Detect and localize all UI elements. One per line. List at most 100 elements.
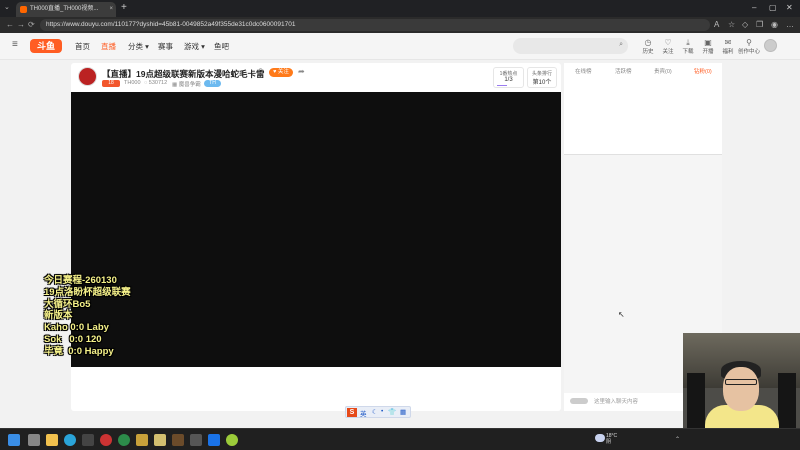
reload-icon[interactable]: ⟳ <box>28 20 35 29</box>
follow-list-button[interactable]: ♡ 关注 <box>657 38 679 55</box>
streamer-face <box>723 367 759 411</box>
nav-fishbar[interactable]: 鱼吧 <box>214 41 229 52</box>
new-tab-button[interactable]: + <box>121 2 127 13</box>
app-icon-6[interactable] <box>172 434 184 446</box>
rank-value: 1/3 <box>504 77 513 83</box>
chat-toggle[interactable] <box>570 398 588 404</box>
grid-icon[interactable]: ▦ <box>400 408 406 416</box>
chevron-down-icon: ▾ <box>143 42 149 51</box>
maximize-icon[interactable]: ▢ <box>769 3 777 12</box>
back-icon[interactable]: ← <box>6 20 14 29</box>
schedule-overlay: 今日赛程-260130 19点洛盼杯超级联赛 大循环Bo5 新版本 Kaho 0:0 L… <box>44 275 131 357</box>
search-input[interactable]: ⌕ <box>513 38 628 54</box>
more-menu-icon[interactable]: … <box>786 20 794 29</box>
nav-events[interactable]: 赛事 <box>158 41 173 52</box>
edge-browser-icon[interactable] <box>64 434 76 446</box>
address-bar-row: ← → ⟳ https://www.douyu.com/110177?dyshi… <box>0 17 800 33</box>
anchor-name[interactable]: TH000 <box>124 80 141 86</box>
anchor-level-badge: 18 <box>102 80 120 87</box>
rank-progress <box>497 85 507 86</box>
browser-tab[interactable]: TH000直播_TH000视频... × <box>16 2 116 17</box>
category-link[interactable]: ▦ 魔兽争霸 <box>172 80 201 88</box>
moon-icon[interactable]: ☾ <box>372 408 378 416</box>
live-room-panel: 【直播】19点超级联赛新版本漫哈蛇毛卡雷 ⟲ ♥ 关注 ➦ 18 TH000 ◌… <box>71 63 561 411</box>
cloud-icon <box>595 434 605 442</box>
heart-icon: ♡ <box>664 38 672 47</box>
browser-tab-bar: ⌄ TH000直播_TH000视频... × + – ▢ ✕ <box>0 0 800 17</box>
download-icon: ⤓ <box>686 38 690 47</box>
clock-icon: ◷ <box>644 38 652 47</box>
app-icon-4[interactable] <box>136 434 148 446</box>
fan-value: 第10个 <box>532 80 552 86</box>
dot-icon[interactable]: • <box>381 408 383 415</box>
weather-widget[interactable]: 18°C 阴 <box>606 433 617 445</box>
creator-center-button[interactable]: ⚲ 创作中心 <box>737 38 761 55</box>
user-avatar[interactable] <box>764 39 777 52</box>
read-aloud-icon[interactable]: A <box>714 20 719 29</box>
minimize-icon[interactable]: – <box>752 3 756 12</box>
close-window-icon[interactable]: ✕ <box>786 3 793 12</box>
copilot-icon[interactable]: ◉ <box>771 20 778 29</box>
favorite-star-icon[interactable]: ☆ <box>728 20 735 29</box>
site-header: ≡ 斗鱼 首页 直播 分类 ▾ 赛事 游戏 ▾ 鱼吧 ⌕ ◷ 历史 ♡ 关注 ⤓ 下载… <box>0 33 800 60</box>
tab-online-rank[interactable]: 在线榜 <box>575 67 592 75</box>
tab-active-rank[interactable]: 活跃榜 <box>615 67 632 75</box>
nav-live[interactable]: 直播 <box>101 41 116 52</box>
history-button[interactable]: ◷ 历史 <box>637 38 659 55</box>
mouse-cursor-icon: ↖ <box>618 310 625 319</box>
douyu-favicon-icon <box>20 6 27 13</box>
tray-chevron-icon[interactable]: ⌃ <box>675 436 680 443</box>
refresh-icon[interactable]: ⟲ <box>257 67 263 75</box>
video-player[interactable] <box>71 92 561 367</box>
hamburger-menu-icon[interactable]: ≡ <box>12 39 18 50</box>
nav-category[interactable]: 分类 ▾ <box>128 41 149 52</box>
browser-tab-title: TH000直播_TH000视频... <box>30 6 99 12</box>
collections-icon[interactable]: ❐ <box>756 20 763 29</box>
nav-category-label: 分类 <box>128 42 143 51</box>
close-tab-icon[interactable]: × <box>109 2 113 17</box>
extensions-icon[interactable]: ◇ <box>742 20 748 29</box>
rank-label: 1番热点 <box>499 71 518 77</box>
app-icon-8[interactable] <box>208 434 220 446</box>
file-explorer-icon[interactable] <box>46 434 58 446</box>
follow-button[interactable]: ♥ 关注 <box>269 68 293 77</box>
tab-diamond-fans[interactable]: 钻粉(0) <box>694 67 712 75</box>
welfare-button[interactable]: ✉ 福利 <box>717 38 739 55</box>
app-icon-2[interactable] <box>100 434 112 446</box>
start-live-button[interactable]: ▣ 开播 <box>697 38 719 55</box>
fan-label: 头条排行 <box>531 71 552 77</box>
hot-rank-box[interactable]: 1番热点 1/3 <box>493 67 524 88</box>
ime-toolbar[interactable]: S 英 ☾ • 👕 ▦ <box>345 406 411 418</box>
rank-tabs: 在线榜 活跃榜 贵宾(0) 钻粉(0) <box>564 63 722 155</box>
app-icon-1[interactable] <box>82 434 94 446</box>
windows-start-icon[interactable] <box>8 434 20 446</box>
share-icon[interactable]: ➦ <box>298 67 305 76</box>
ime-language[interactable]: 英 <box>360 408 367 418</box>
headline-rank-box[interactable]: 头条排行 第10个 <box>527 67 557 88</box>
nav-games-label: 游戏 <box>184 42 199 51</box>
tab-list-icon[interactable]: ⌄ <box>4 3 10 11</box>
room-id: ◌ 530712 <box>144 80 168 86</box>
search-icon[interactable]: ⌕ <box>619 41 623 49</box>
tab-vip[interactable]: 贵宾(0) <box>654 67 672 75</box>
camera-icon: ▣ <box>704 38 712 47</box>
shirt-icon[interactable]: 👕 <box>388 408 396 416</box>
tag-badge[interactable]: TH <box>204 80 221 87</box>
app-icon-3[interactable] <box>118 434 130 446</box>
forward-icon[interactable]: → <box>17 20 25 29</box>
app-icon-5[interactable] <box>154 434 166 446</box>
bulb-icon: ⚲ <box>746 38 752 47</box>
nav-games[interactable]: 游戏 ▾ <box>184 41 205 52</box>
windows-taskbar: 18°C 阴 ⌃ <box>0 428 800 450</box>
url-field[interactable]: https://www.douyu.com/110177?dyshid=45b8… <box>40 19 710 31</box>
nav-home[interactable]: 首页 <box>75 41 90 52</box>
chat-input-placeholder: 这里输入聊天内容 <box>594 399 639 405</box>
anchor-avatar[interactable] <box>78 67 97 86</box>
download-button[interactable]: ⤓ 下载 <box>677 38 699 55</box>
sogou-ime-logo: S <box>347 408 357 417</box>
app-icon-9[interactable] <box>226 434 238 446</box>
grid-icon: ▦ <box>172 82 179 88</box>
app-icon-7[interactable] <box>190 434 202 446</box>
douyu-logo[interactable]: 斗鱼 <box>30 39 62 53</box>
task-view-icon[interactable] <box>28 434 40 446</box>
